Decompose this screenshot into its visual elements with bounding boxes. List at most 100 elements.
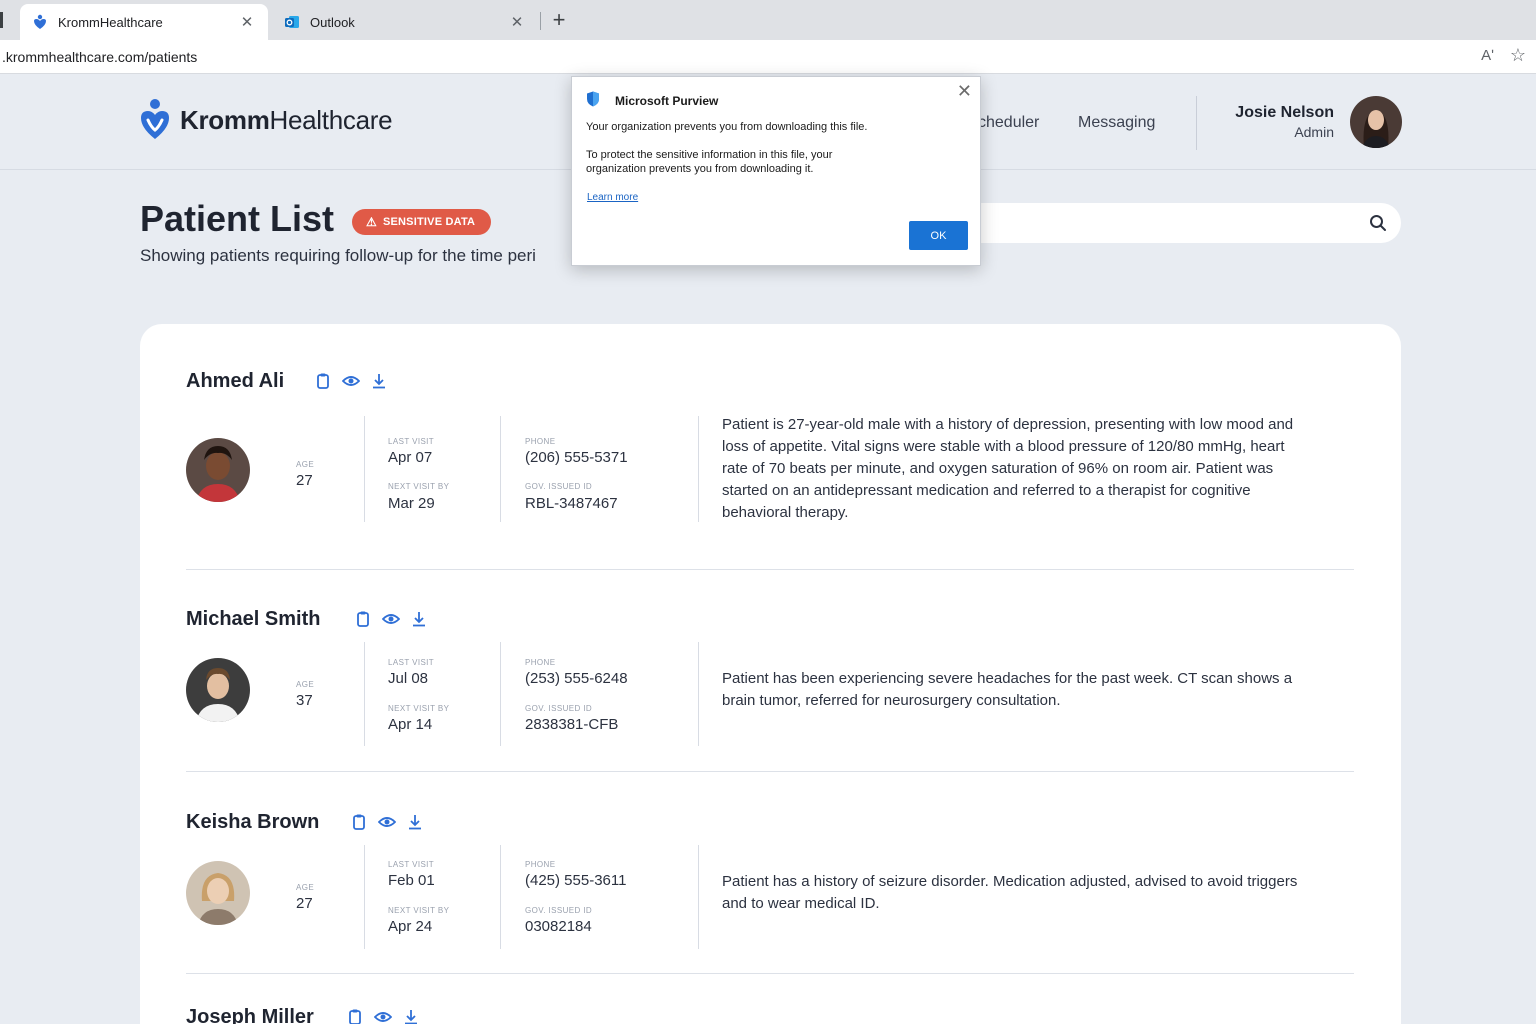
next-visit-value: Apr 14	[388, 716, 433, 733]
patient-avatar	[186, 438, 250, 502]
warning-icon: ⚠	[366, 215, 377, 229]
dialog-message: Your organization prevents you from down…	[586, 121, 868, 133]
next-visit-value: Apr 24	[388, 918, 433, 935]
learn-more-link[interactable]: Learn more	[587, 192, 638, 203]
page-subtitle: Showing patients requiring follow-up for…	[140, 246, 536, 265]
row-separator	[186, 569, 1354, 570]
clipboard-icon[interactable]	[346, 1008, 364, 1024]
gov-id-value: RBL-3487467	[525, 495, 618, 512]
phone-label: PHONE	[525, 860, 556, 869]
nav-messaging[interactable]: Messaging	[1078, 114, 1155, 132]
age-label: AGE	[296, 680, 315, 689]
patient-actions	[346, 1008, 420, 1024]
age-value: 27	[296, 895, 313, 912]
patient-note: Patient has a history of seizure disorde…	[722, 873, 1298, 912]
badge-label: SENSITIVE DATA	[382, 216, 476, 228]
download-icon[interactable]	[402, 1008, 420, 1024]
last-visit-label: LAST VISIT	[388, 860, 435, 869]
clipboard-icon[interactable]	[354, 610, 372, 628]
read-aloud-icon[interactable]: Aʹ	[1481, 47, 1494, 64]
header-divider	[1196, 96, 1197, 150]
download-icon[interactable]	[410, 610, 428, 628]
gov-id-value: 2838381-CFB	[525, 716, 619, 733]
patient-actions	[350, 813, 424, 831]
patient-actions	[314, 372, 388, 390]
user-avatar[interactable]	[1350, 96, 1402, 148]
purview-dialog: Microsoft Purview ✕ Your organization pr…	[571, 76, 981, 266]
tab-close-icon[interactable]: ✕	[238, 13, 256, 31]
dialog-close-icon[interactable]: ✕	[957, 81, 972, 102]
gov-id-value: 03082184	[525, 918, 592, 935]
patient-name[interactable]: Michael Smith	[186, 608, 320, 631]
phone-label: PHONE	[525, 437, 556, 446]
kromm-favicon-icon	[34, 14, 46, 29]
patient-name[interactable]: Keisha Brown	[186, 811, 319, 834]
phone-label: PHONE	[525, 658, 556, 667]
favorite-star-icon[interactable]: ☆	[1510, 45, 1526, 66]
patient-name[interactable]: Ahmed Ali	[186, 370, 284, 393]
eye-icon[interactable]	[342, 372, 360, 390]
sensitive-data-badge: ⚠ SENSITIVE DATA	[352, 209, 492, 235]
column-divider	[698, 642, 699, 746]
last-visit-value: Feb 01	[388, 872, 435, 889]
phone-value: (253) 555-6248	[525, 670, 628, 687]
gov-id-label: GOV. ISSUED ID	[525, 906, 593, 915]
row-separator	[186, 973, 1354, 974]
patient-note: Patient is 27-year-old male with a histo…	[722, 416, 1294, 521]
age-label: AGE	[296, 883, 315, 892]
nav-scheduler[interactable]: cheduler	[978, 114, 1039, 132]
clipboard-icon[interactable]	[314, 372, 332, 390]
search-icon[interactable]	[1369, 214, 1387, 232]
tab-kromm[interactable]: KrommHealthcare ✕	[20, 4, 268, 40]
tab-outlook[interactable]: Outlook ✕	[274, 4, 536, 40]
column-divider	[364, 642, 365, 746]
brand-name: KrommHealthcare	[180, 104, 393, 135]
next-visit-label: NEXT VISIT BY	[388, 704, 450, 713]
patient-actions	[354, 610, 428, 628]
brand-logo[interactable]: KrommHealthcare	[138, 98, 393, 142]
address-bar[interactable]: .krommhealthcare.com/patients Aʹ ☆	[0, 40, 1536, 74]
user-name: Josie Nelson	[1235, 104, 1334, 121]
patient-row: Joseph Miller	[186, 1006, 1356, 1024]
ok-button[interactable]: OK	[909, 221, 968, 250]
new-tab-button[interactable]: +	[548, 8, 570, 32]
patient-list-card: Ahmed Ali AGE 27 LAST VISIT Apr 07 NEXT …	[140, 324, 1401, 1024]
search-input[interactable]	[960, 203, 1401, 243]
patient-row: Michael Smith AGE 37 LAST VISIT Jul 08 N…	[186, 608, 1356, 768]
gov-id-label: GOV. ISSUED ID	[525, 704, 593, 713]
tab-edge-mark	[0, 12, 3, 28]
download-icon[interactable]	[406, 813, 424, 831]
last-visit-value: Jul 08	[388, 670, 429, 687]
row-separator	[186, 771, 1354, 772]
last-visit-value: Apr 07	[388, 449, 433, 466]
next-visit-value: Mar 29	[388, 495, 435, 512]
outlook-icon	[285, 16, 299, 28]
next-visit-label: NEXT VISIT BY	[388, 482, 450, 491]
patient-note: Patient has been experiencing severe hea…	[722, 670, 1293, 709]
age-value: 37	[296, 692, 313, 709]
user-role: Admin	[1294, 124, 1334, 140]
phone-value: (425) 555-3611	[525, 872, 627, 889]
patient-name[interactable]: Joseph Miller	[186, 1006, 314, 1024]
phone-value: (206) 555-5371	[525, 449, 628, 466]
url-text[interactable]: .krommhealthcare.com/patients	[2, 49, 197, 65]
clipboard-icon[interactable]	[350, 813, 368, 831]
download-icon[interactable]	[370, 372, 388, 390]
age-label: AGE	[296, 460, 315, 469]
tab-title: KrommHealthcare	[58, 14, 163, 30]
tab-close-icon[interactable]: ✕	[508, 13, 526, 31]
logo-heart-icon	[141, 99, 169, 139]
column-divider	[698, 845, 699, 949]
tab-title: Outlook	[310, 14, 355, 30]
patient-row: Keisha Brown AGE 27 LAST VISIT Feb 01 NE…	[186, 811, 1356, 971]
dialog-title: Microsoft Purview	[615, 94, 719, 108]
eye-icon[interactable]	[378, 813, 396, 831]
eye-icon[interactable]	[374, 1008, 392, 1024]
eye-icon[interactable]	[382, 610, 400, 628]
purview-shield-icon	[587, 91, 599, 107]
last-visit-label: LAST VISIT	[388, 437, 435, 446]
browser-tab-strip: KrommHealthcare ✕ Outlook ✕ +	[0, 0, 1536, 40]
last-visit-label: LAST VISIT	[388, 658, 435, 667]
column-divider	[500, 845, 501, 949]
patient-row: Ahmed Ali AGE 27 LAST VISIT Apr 07 NEXT …	[186, 370, 1356, 570]
